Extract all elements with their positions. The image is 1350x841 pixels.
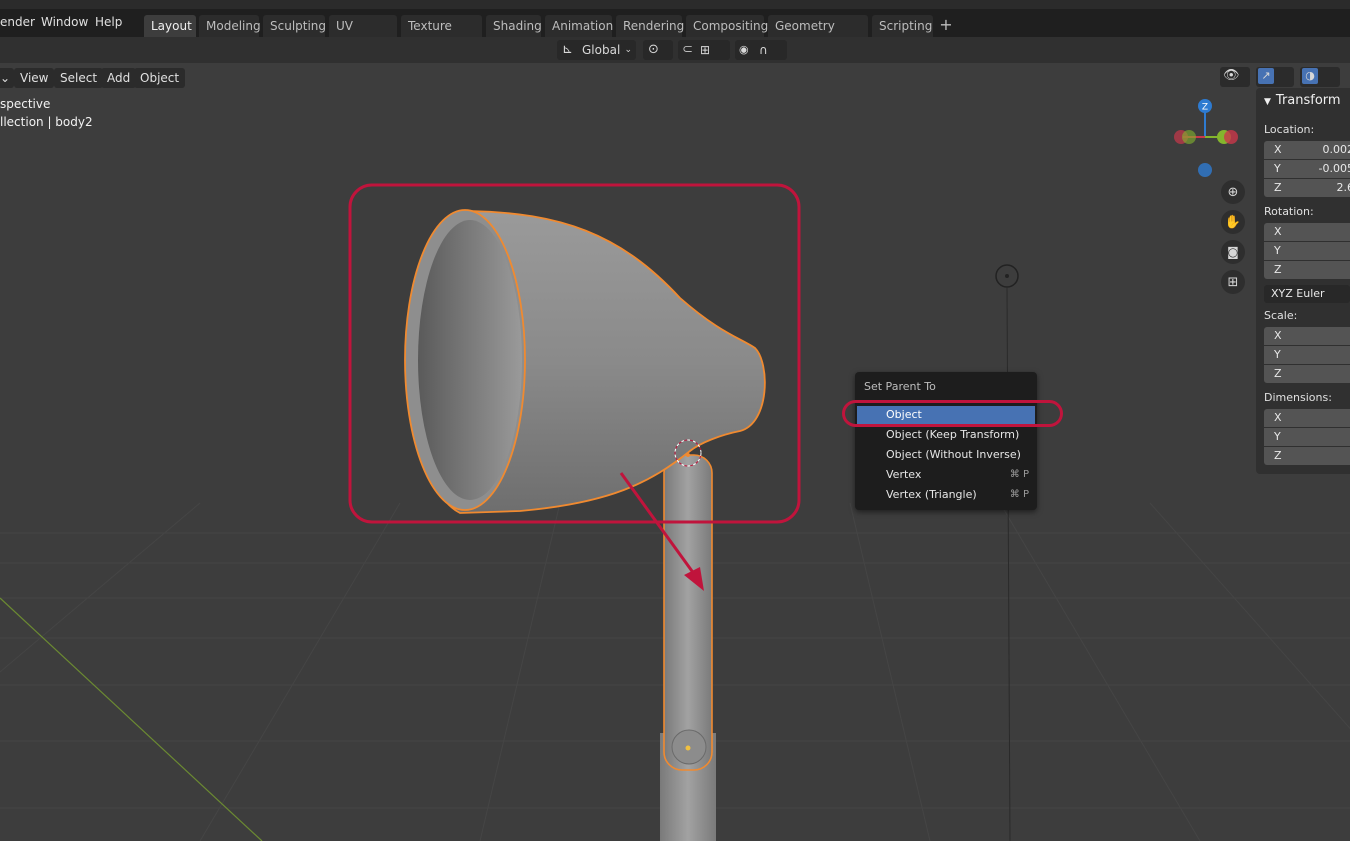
snap-increment-icon: ⊞ xyxy=(700,43,711,57)
transform-panel: ▼Transform Location: X0.002 Y-0.005 Z2.6… xyxy=(1256,88,1350,474)
pivot-point-dropdown[interactable]: ⊙ xyxy=(643,40,673,60)
y-axis-line xyxy=(0,597,263,841)
transform-orientation-dropdown[interactable]: ⊾ Global ⌄ xyxy=(557,40,636,60)
grid-icon: ⊞ xyxy=(1227,275,1239,290)
dimensions-z-field[interactable]: Z xyxy=(1264,447,1350,465)
tab-geometry-nodes[interactable]: Geometry Nodes xyxy=(768,15,868,55)
overlays-toggle[interactable]: ◑ xyxy=(1300,67,1340,87)
camera-line xyxy=(1006,287,1011,841)
shortcut-label: ⌘ P xyxy=(1009,469,1029,480)
dimensions-label: Dimensions: xyxy=(1264,391,1332,404)
dimensions-y-field[interactable]: Y xyxy=(1264,428,1350,446)
tab-animation[interactable]: Animation xyxy=(545,15,613,37)
add-workspace-icon[interactable]: + xyxy=(937,15,955,37)
tab-texture-paint[interactable]: Texture Paint xyxy=(401,15,482,55)
pan-button[interactable]: ✋ xyxy=(1221,210,1245,234)
viewport-menu-add[interactable]: Add xyxy=(101,68,137,88)
tab-rendering[interactable]: Rendering xyxy=(616,15,684,37)
rotation-z-field[interactable]: Z xyxy=(1264,261,1350,279)
tool-header: ⊾ Global ⌄ ⊙ ⊂ ⊞ ◉ ∩ xyxy=(0,37,1350,63)
location-z-field[interactable]: Z2.6 xyxy=(1264,179,1350,197)
tab-uv-editing[interactable]: UV Editing xyxy=(329,15,397,55)
hand-icon: ✋ xyxy=(1224,215,1242,230)
gizmo-toggle[interactable]: ↗ xyxy=(1256,67,1294,87)
tab-shading[interactable]: Shading xyxy=(486,15,542,37)
navigation-gizmo[interactable]: Z xyxy=(1168,96,1248,186)
rotation-mode-dropdown[interactable]: XYZ Euler xyxy=(1264,285,1350,303)
menu-help[interactable]: Help xyxy=(95,15,122,29)
snap-controls[interactable]: ⊂ ⊞ xyxy=(678,40,730,60)
menu-item-vertex-triangle[interactable]: Vertex (Triangle) ⌘ P xyxy=(857,486,1035,504)
set-parent-menu-title: Set Parent To xyxy=(864,380,936,393)
viewport-menu-object[interactable]: Object xyxy=(134,68,186,88)
set-parent-menu: Set Parent To Object Object (Keep Transf… xyxy=(855,372,1037,510)
rotation-x-field[interactable]: X xyxy=(1264,223,1350,241)
camera-icon: ◙ xyxy=(1227,245,1239,259)
chevron-down-icon: ⌄ xyxy=(624,45,632,55)
tab-layout[interactable]: Layout xyxy=(144,15,196,37)
menu-item-object-keep-transform[interactable]: Object (Keep Transform) xyxy=(857,426,1035,444)
tab-scripting[interactable]: Scripting xyxy=(872,15,933,37)
location-y-field[interactable]: Y-0.005 xyxy=(1264,160,1350,178)
annotation-highlight-object xyxy=(842,400,1063,427)
3d-viewport[interactable]: ⌄ View Select Add Object spective llecti… xyxy=(0,63,1350,841)
falloff-icon: ∩ xyxy=(759,43,768,57)
disclosure-triangle-icon: ▼ xyxy=(1264,97,1271,107)
viewport-menu-view[interactable]: View xyxy=(14,68,55,88)
tab-compositing[interactable]: Compositing xyxy=(686,15,768,37)
scale-y-field[interactable]: Y xyxy=(1264,346,1350,364)
tab-modeling[interactable]: Modeling xyxy=(199,15,261,37)
pivot-icon: ⊙ xyxy=(648,42,659,57)
viewport-menu-select[interactable]: Select xyxy=(54,68,104,88)
zoom-icon: ⊕ xyxy=(1227,185,1239,200)
tab-sculpting[interactable]: Sculpting xyxy=(263,15,326,37)
top-bar: ender Window Help Layout Modeling Sculpt… xyxy=(0,0,1350,55)
visibility-dropdown[interactable]: 👁 xyxy=(1220,67,1250,87)
location-x-field[interactable]: X0.002 xyxy=(1264,141,1350,159)
gizmo-z-label: Z xyxy=(1202,103,1208,113)
magnet-icon: ⊂ xyxy=(682,42,693,57)
scale-label: Scale: xyxy=(1264,309,1298,322)
dimensions-x-field[interactable]: X xyxy=(1264,409,1350,427)
proportional-editing-controls[interactable]: ◉ ∩ xyxy=(735,40,787,60)
zoom-button[interactable]: ⊕ xyxy=(1221,180,1245,204)
menu-window[interactable]: Window xyxy=(41,15,88,29)
location-label: Location: xyxy=(1264,123,1315,136)
viewport-scene xyxy=(0,183,1350,841)
eye-icon: 👁 xyxy=(1223,68,1240,83)
orientation-icon: ⊾ xyxy=(562,42,573,57)
ortho-toggle-button[interactable]: ⊞ xyxy=(1221,270,1245,294)
rotation-label: Rotation: xyxy=(1264,205,1314,218)
menu-item-vertex[interactable]: Vertex ⌘ P xyxy=(857,466,1035,484)
overlays-icon: ◑ xyxy=(1302,68,1318,84)
scale-z-field[interactable]: Z xyxy=(1264,365,1350,383)
menu-item-object-without-inverse[interactable]: Object (Without Inverse) xyxy=(857,446,1035,464)
gizmo-icon: ↗ xyxy=(1258,68,1274,84)
viewport-mode-label: spective xyxy=(0,97,51,111)
rotation-y-field[interactable]: Y xyxy=(1264,242,1350,260)
editor-type-button[interactable]: ⌄ xyxy=(0,68,15,88)
camera-view-button[interactable]: ◙ xyxy=(1221,240,1245,264)
transform-panel-header[interactable]: ▼ Transform xyxy=(1264,93,1341,108)
viewport-collection-label: llection | body2 xyxy=(0,115,93,129)
proportional-edit-icon: ◉ xyxy=(739,43,749,56)
shortcut-label: ⌘ P xyxy=(1009,489,1029,500)
menu-render[interactable]: ender xyxy=(0,15,35,29)
scale-x-field[interactable]: X xyxy=(1264,327,1350,345)
orientation-value: Global xyxy=(582,43,621,57)
